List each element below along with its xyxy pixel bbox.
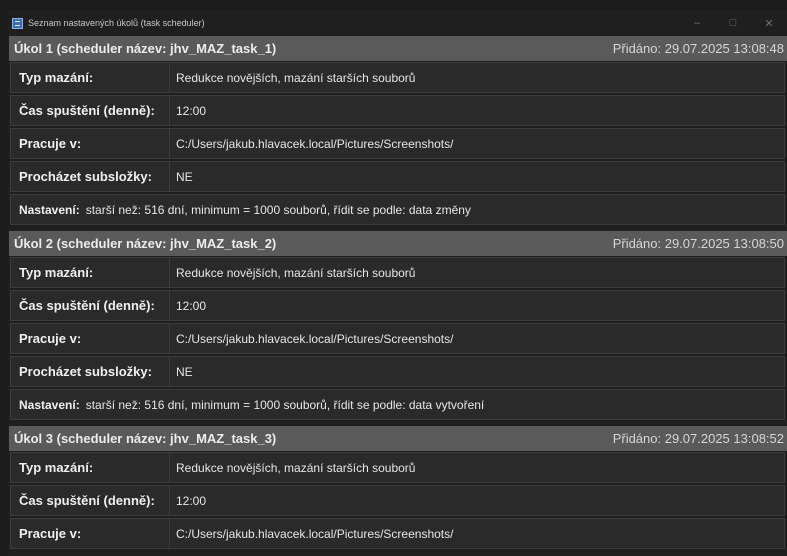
close-button[interactable]: ✕ [751, 10, 787, 36]
subfolders-row: Procházet subsložky: NE [10, 356, 785, 387]
task-header: Úkol 2 (scheduler název: jhv_MAZ_task_2)… [9, 231, 787, 256]
run-time-row: Čas spuštění (denně): 12:00 [10, 485, 785, 516]
window-controls: – □ ✕ [679, 10, 787, 36]
run-time-value: 12:00 [176, 298, 207, 313]
subfolders-label: Procházet subsložky: [11, 162, 170, 191]
task-list-window: Seznam nastavených úkolů (task scheduler… [8, 10, 787, 556]
task-added-date: Přidáno: 29.07.2025 13:08:52 [612, 431, 784, 446]
delete-type-row: Typ mazání: Redukce novějších, mazání st… [10, 62, 785, 93]
delete-type-value: Redukce novějších, mazání starších soubo… [176, 460, 416, 475]
delete-type-value: Redukce novějších, mazání starších soubo… [176, 265, 416, 280]
run-time-row: Čas spuštění (denně): 12:00 [10, 95, 785, 126]
works-in-value: C:/Users/jakub.hlavacek.local/Pictures/S… [176, 136, 454, 151]
settings-value: starší než: 516 dní, minimum = 1000 soub… [85, 202, 471, 217]
settings-value: starší než: 516 dní, minimum = 1000 soub… [85, 397, 485, 412]
window-title: Seznam nastavených úkolů (task scheduler… [28, 18, 205, 28]
works-in-label: Pracuje v: [11, 324, 170, 353]
task-header: Úkol 3 (scheduler název: jhv_MAZ_task_3)… [9, 426, 787, 451]
subfolders-row: Procházet subsložky: NE [10, 161, 785, 192]
delete-type-label: Typ mazání: [11, 258, 170, 287]
subfolders-label: Procházet subsložky: [11, 357, 170, 386]
delete-type-value: Redukce novějších, mazání starších soubo… [176, 70, 416, 85]
task-card: Úkol 1 (scheduler název: jhv_MAZ_task_1)… [9, 36, 787, 225]
run-time-label: Čas spuštění (denně): [11, 291, 170, 320]
delete-type-label: Typ mazání: [11, 453, 170, 482]
run-time-value: 12:00 [176, 103, 207, 118]
maximize-button[interactable]: □ [715, 10, 751, 36]
delete-type-row: Typ mazání: Redukce novějších, mazání st… [10, 452, 785, 483]
settings-row: Nastavení: starší než: 516 dní, minimum … [10, 194, 785, 225]
subfolders-value: NE [176, 364, 193, 379]
settings-row: Nastavení: starší než: 516 dní, minimum … [10, 389, 785, 420]
task-card: Úkol 2 (scheduler název: jhv_MAZ_task_2)… [9, 231, 787, 420]
run-time-value: 12:00 [176, 493, 207, 508]
minimize-button[interactable]: – [679, 10, 715, 36]
works-in-row: Pracuje v: C:/Users/jakub.hlavacek.local… [10, 128, 785, 159]
task-title: Úkol 2 (scheduler název: jhv_MAZ_task_2) [14, 236, 277, 251]
delete-type-label: Typ mazání: [11, 63, 170, 92]
app-icon [12, 17, 23, 29]
task-title: Úkol 3 (scheduler název: jhv_MAZ_task_3) [14, 431, 277, 446]
delete-type-row: Typ mazání: Redukce novějších, mazání st… [10, 257, 785, 288]
task-added-date: Přidáno: 29.07.2025 13:08:50 [612, 236, 784, 251]
run-time-row: Čas spuštění (denně): 12:00 [10, 290, 785, 321]
task-list: Úkol 1 (scheduler název: jhv_MAZ_task_1)… [8, 36, 787, 549]
task-header: Úkol 1 (scheduler název: jhv_MAZ_task_1)… [9, 36, 787, 61]
title-bar[interactable]: Seznam nastavených úkolů (task scheduler… [8, 10, 787, 36]
works-in-value: C:/Users/jakub.hlavacek.local/Pictures/S… [176, 526, 454, 541]
settings-label: Nastavení: [19, 202, 80, 217]
works-in-label: Pracuje v: [11, 129, 170, 158]
task-card: Úkol 3 (scheduler název: jhv_MAZ_task_3)… [9, 426, 787, 549]
run-time-label: Čas spuštění (denně): [11, 486, 170, 515]
works-in-value: C:/Users/jakub.hlavacek.local/Pictures/S… [176, 331, 454, 346]
run-time-label: Čas spuštění (denně): [11, 96, 170, 125]
settings-label: Nastavení: [19, 397, 80, 412]
task-title: Úkol 1 (scheduler název: jhv_MAZ_task_1) [14, 41, 277, 56]
subfolders-value: NE [176, 169, 193, 184]
works-in-row: Pracuje v: C:/Users/jakub.hlavacek.local… [10, 518, 785, 549]
works-in-label: Pracuje v: [11, 519, 170, 548]
works-in-row: Pracuje v: C:/Users/jakub.hlavacek.local… [10, 323, 785, 354]
task-added-date: Přidáno: 29.07.2025 13:08:48 [612, 41, 784, 56]
